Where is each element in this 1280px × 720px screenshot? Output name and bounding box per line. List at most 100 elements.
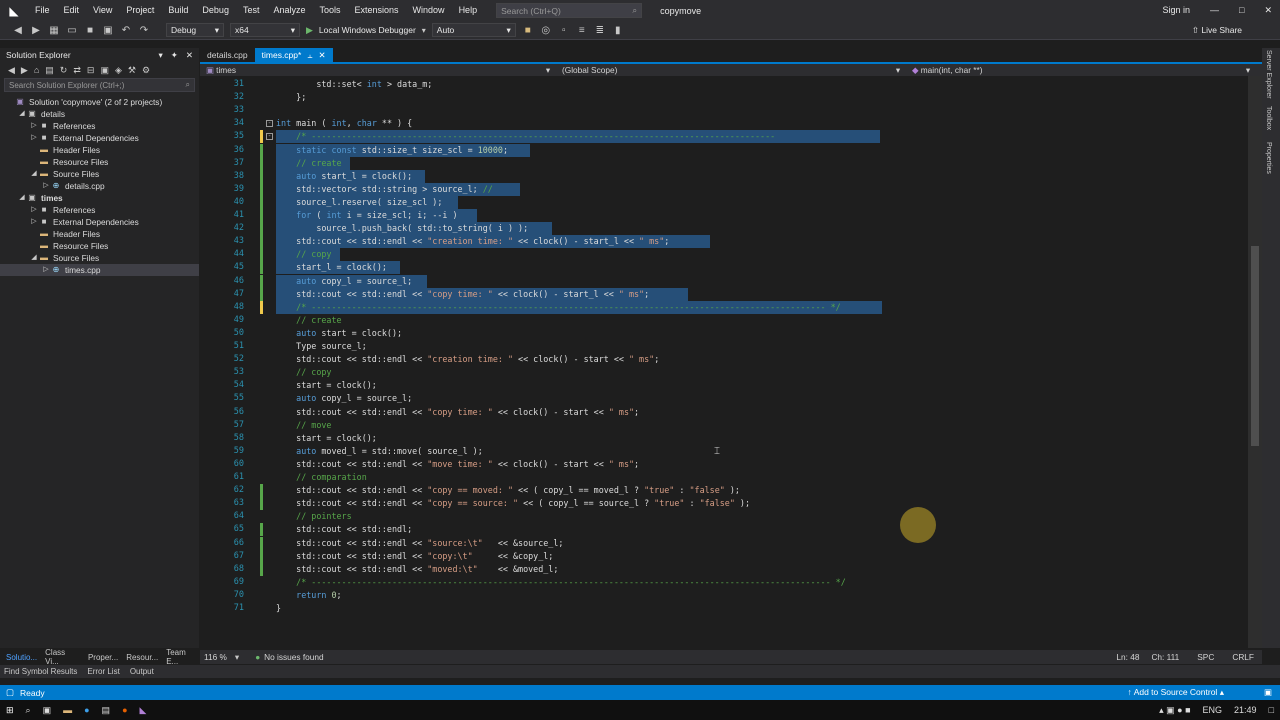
configuration-select[interactable]: Debug ▾ <box>166 23 224 37</box>
code-line[interactable]: std::cout << std::endl << "creation time… <box>276 235 1248 248</box>
pin-icon[interactable]: ⫠ <box>307 50 312 61</box>
collapse-icon[interactable]: ⊟ <box>87 65 95 76</box>
tree-item[interactable]: ▷ ■ External Dependencies <box>0 216 199 228</box>
code-line[interactable]: // create <box>276 157 1248 170</box>
sync-icon[interactable]: ⇄ <box>73 65 81 76</box>
platform-select[interactable]: x64 ▾ <box>230 23 300 37</box>
code-line[interactable]: /* -------------------------------------… <box>276 301 1248 314</box>
code-line[interactable]: std::cout << std::endl << "copy time: " … <box>276 406 1248 419</box>
forward-icon[interactable]: ▶ <box>30 25 42 36</box>
maximize-icon[interactable]: □ <box>1239 0 1244 21</box>
code-line[interactable]: std::cout << std::endl << "creation time… <box>276 353 1248 366</box>
add-source-control-button[interactable]: ↑ Add to Source Control ▴ <box>1128 687 1224 698</box>
tree-item[interactable]: ▣ Solution 'copymove' (2 of 2 projects) <box>0 96 199 108</box>
windows-start-icon[interactable]: ⊞ <box>6 705 14 716</box>
code-line[interactable]: // comparation <box>276 471 1248 484</box>
breakpoint-icon[interactable]: ■ <box>522 25 534 36</box>
code-line[interactable]: // pointers <box>276 510 1248 523</box>
chevron-down-icon[interactable]: ▾ <box>235 652 239 662</box>
side-panel-tab[interactable]: Proper... <box>88 653 118 662</box>
file-explorer-icon[interactable]: ▬ <box>63 705 72 715</box>
code-line[interactable]: auto start_l = clock(); <box>276 170 1248 183</box>
close-icon[interactable]: ✕ <box>318 50 325 61</box>
output-tab[interactable]: Output <box>130 667 154 676</box>
expand-arrow-icon[interactable]: ◢ <box>30 252 38 264</box>
nav-member-select[interactable]: ◆ main(int, char **) ▾ <box>906 64 1256 77</box>
code-line[interactable]: source_l.push_back( std::to_string( i ) … <box>276 222 1248 235</box>
visual-studio-icon[interactable]: ◣ <box>140 705 147 716</box>
quick-search-input[interactable]: Search (Ctrl+Q) ⌕ <box>496 3 643 18</box>
code-line[interactable]: std::vector< std::string > source_l; // <box>276 183 1248 196</box>
debugger-mode-select[interactable]: Auto ▾ <box>431 23 516 37</box>
server-explorer-tab[interactable]: Server Explorer <box>1265 50 1272 99</box>
code-line[interactable]: // copy <box>276 248 1248 261</box>
tree-item[interactable]: ▬ Header Files <box>0 228 199 240</box>
comment-icon[interactable]: ≣ <box>594 25 606 36</box>
error-list-tab[interactable]: Error List <box>87 667 119 676</box>
notification-icon[interactable]: ▣ <box>1264 687 1272 698</box>
start-debug-icon[interactable]: ▶ <box>306 25 313 36</box>
show-all-icon[interactable]: ▣ <box>100 65 109 76</box>
code-line[interactable]: auto start = clock(); <box>276 327 1248 340</box>
clock[interactable]: 21:49 <box>1234 705 1257 715</box>
expand-arrow-icon[interactable]: ◢ <box>30 168 38 180</box>
edge-icon[interactable]: ● <box>84 705 89 715</box>
code-line[interactable]: auto moved_l = std::move( source_l ); <box>276 445 1248 458</box>
expand-arrow-icon[interactable]: ▷ <box>42 180 50 192</box>
search-icon[interactable]: ⌕ <box>26 705 31 716</box>
vertical-scrollbar[interactable] <box>1248 76 1262 648</box>
code-line[interactable]: std::cout << std::endl << "move time: " … <box>276 458 1248 471</box>
expand-arrow-icon[interactable]: ▷ <box>30 132 38 144</box>
back-icon[interactable]: ◀ <box>12 25 24 36</box>
system-tray-icons[interactable]: ▴ ▣ ● ■ <box>1159 705 1190 716</box>
properties-tab[interactable]: Properties <box>1265 142 1272 174</box>
code-line[interactable]: // create <box>276 314 1248 327</box>
back-icon[interactable]: ◀ <box>8 65 15 76</box>
tree-item[interactable]: ▷ ■ References <box>0 204 199 216</box>
menu-item-edit[interactable]: Edit <box>57 0 87 21</box>
find-symbol-results-tab[interactable]: Find Symbol Results <box>4 667 77 676</box>
side-panel-tab[interactable]: Team E... <box>166 648 199 666</box>
chevron-down-icon[interactable]: ▾ <box>158 50 162 61</box>
expand-arrow-icon[interactable]: ◢ <box>18 108 26 120</box>
menu-item-project[interactable]: Project <box>119 0 161 21</box>
code-line[interactable]: int main ( int, char ** ) { <box>276 117 1248 130</box>
start-debugger-button[interactable]: Local Windows Debugger <box>319 25 416 35</box>
notification-center-icon[interactable]: □ <box>1269 705 1274 715</box>
menu-item-view[interactable]: View <box>86 0 119 21</box>
menu-item-build[interactable]: Build <box>161 0 195 21</box>
save-all-icon[interactable]: ▣ <box>102 25 114 36</box>
pin-icon[interactable]: ✦ <box>171 50 178 61</box>
code-line[interactable]: // move <box>276 419 1248 432</box>
home-icon[interactable]: ⌂ <box>34 65 39 75</box>
side-panel-tab[interactable]: Solutio... <box>6 653 37 662</box>
code-line[interactable]: auto copy_l = source_l; <box>276 275 1248 288</box>
close-icon[interactable]: ✕ <box>186 50 193 61</box>
expand-arrow-icon[interactable]: ▷ <box>42 264 50 276</box>
settings-icon[interactable]: ⚙ <box>142 65 150 76</box>
input-language[interactable]: ENG <box>1203 705 1223 715</box>
fold-toggle-icon[interactable]: - <box>266 120 273 128</box>
history-icon[interactable]: ↻ <box>60 65 68 76</box>
live-share-button[interactable]: ⇧ Live Share <box>1192 21 1242 40</box>
scrollbar-thumb[interactable] <box>1251 246 1259 446</box>
camera-icon[interactable]: ◎ <box>540 25 552 36</box>
menu-item-help[interactable]: Help <box>452 0 485 21</box>
expand-arrow-icon[interactable]: ▷ <box>30 204 38 216</box>
nav-project-select[interactable]: ▣ times ▾ <box>200 64 556 77</box>
menu-item-window[interactable]: Window <box>406 0 452 21</box>
code-line[interactable]: start_l = clock(); <box>276 261 1248 274</box>
tree-item[interactable]: ▷ ⊕ details.cpp <box>0 180 199 192</box>
undo-icon[interactable]: ↶ <box>120 25 132 36</box>
code-line[interactable]: source_l.reserve( size_scl ); <box>276 196 1248 209</box>
toolbox-tab[interactable]: Toolbox <box>1265 106 1272 130</box>
code-line[interactable]: } <box>276 602 1248 615</box>
redo-icon[interactable]: ↷ <box>138 25 150 36</box>
menu-item-debug[interactable]: Debug <box>195 0 236 21</box>
code-line[interactable]: std::cout << std::endl << "moved:\t" << … <box>276 563 1248 576</box>
code-line[interactable]: std::set< int > data_m; <box>276 78 1248 91</box>
code-line[interactable]: std::cout << std::endl << "copy == moved… <box>276 484 1248 497</box>
forward-icon[interactable]: ▶ <box>21 65 28 76</box>
menu-item-tools[interactable]: Tools <box>313 0 348 21</box>
tree-item[interactable]: ▷ ■ References <box>0 120 199 132</box>
